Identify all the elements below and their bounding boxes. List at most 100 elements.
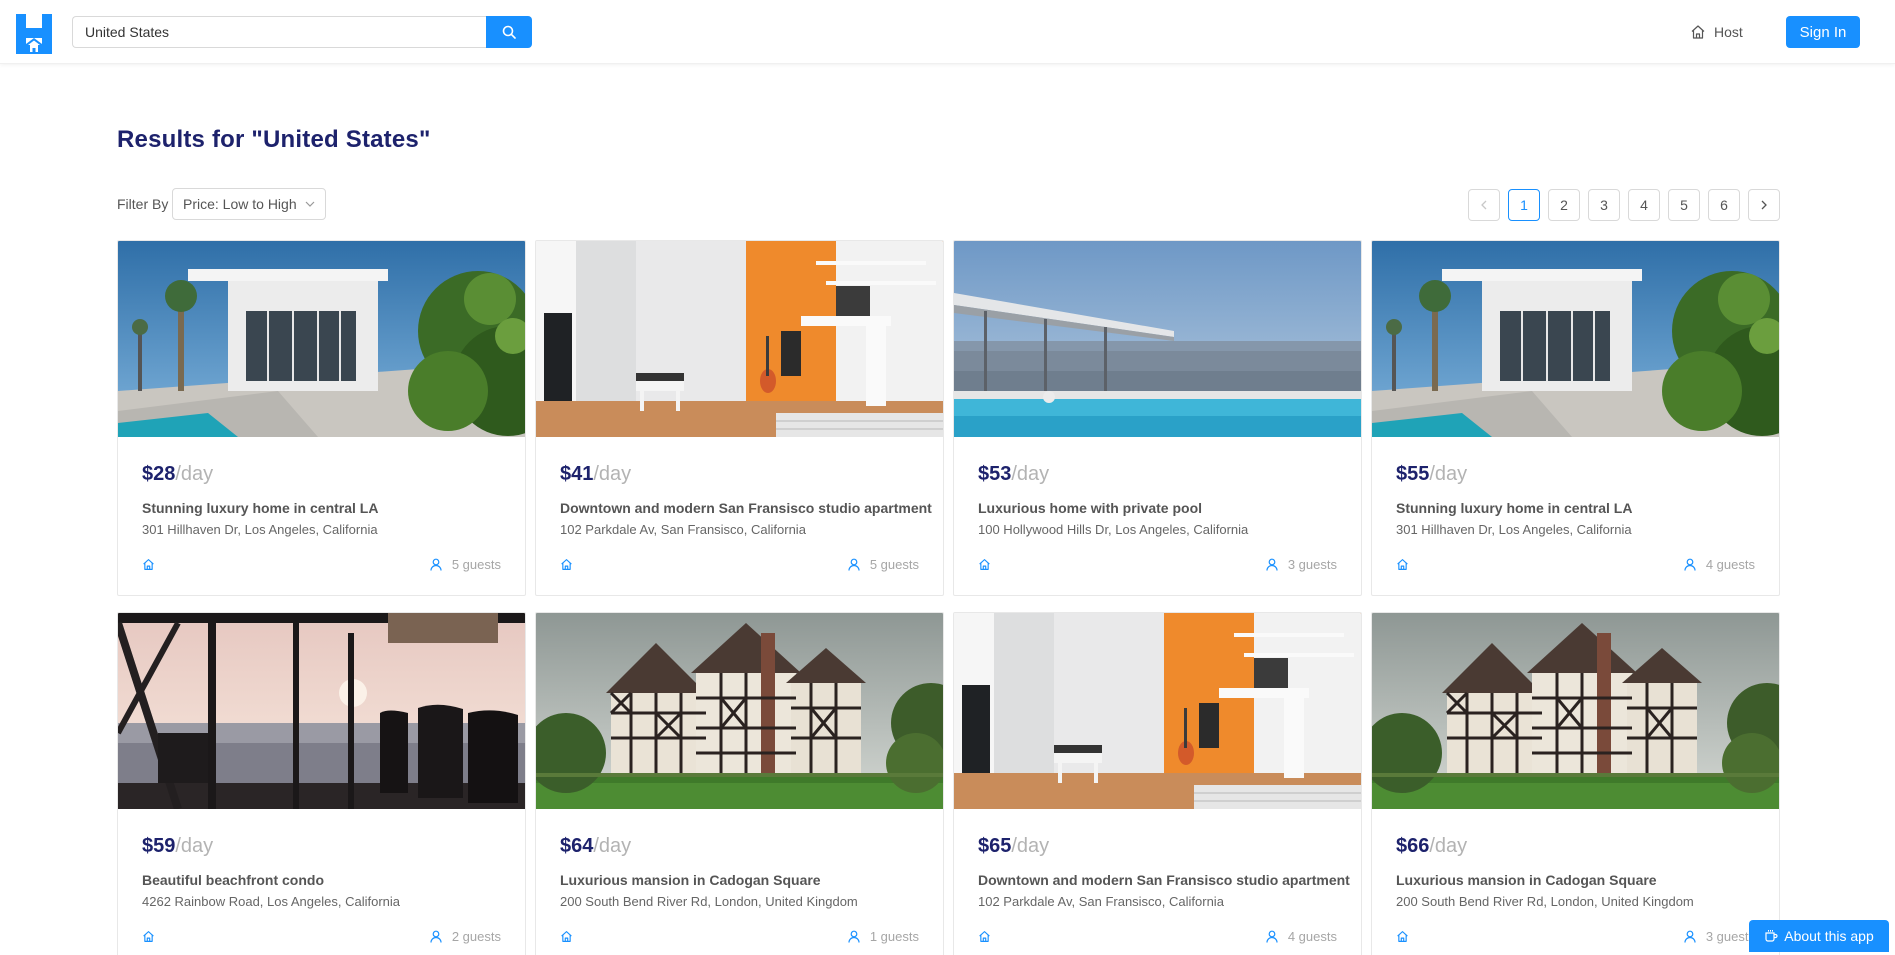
listing-title: Downtown and modern San Fransisco studio… [978,872,1350,888]
listing-price-unit: /day [175,835,214,857]
listing-address: 301 Hillhaven Dr, Los Angeles, Californi… [1396,522,1632,537]
listing-card[interactable]: $41/day Downtown and modern San Fransisco… [535,240,944,596]
listing-footer: 5 guests [560,556,919,572]
listing-price-unit: /day [175,463,214,485]
listing-price: $59/day [142,835,501,858]
user-icon [1266,558,1278,571]
listing-footer: 3 guests [1396,928,1755,944]
listing-image[interactable] [954,241,1361,437]
search-input[interactable] [72,16,486,48]
listing-image[interactable] [954,613,1361,809]
listing-price-unit: /day [1429,835,1468,857]
search-icon [502,25,516,39]
listing-details: $59/day Beautiful beachfront condo 4262 Ra… [142,835,501,909]
listing-card[interactable]: $55/day Stunning luxury home in central L… [1371,240,1780,596]
listing-image[interactable] [536,241,943,437]
user-icon [430,558,442,571]
listing-footer: 4 guests [978,928,1337,944]
user-icon [430,930,442,943]
listing-price-unit: /day [593,463,632,485]
listing-card[interactable]: $66/day Luxurious mansion in Cadogan Squa… [1371,612,1780,955]
listing-guests-label: 5 guests [869,556,919,572]
listing-image[interactable] [1372,241,1779,437]
listing-guests-label: 5 guests [451,556,501,572]
prev-page-button[interactable] [1468,189,1500,221]
listing-price: $53/day [978,463,1337,486]
listing-price-unit: /day [1011,463,1050,485]
page-2[interactable]: 2 [1548,189,1580,221]
listing-card[interactable]: $65/day Downtown and modern San Fransisco… [953,612,1362,955]
listing-card[interactable]: $64/day Luxurious mansion in Cadogan Squa… [535,612,944,955]
listing-price: $28/day [142,463,501,486]
listing-title: Stunning luxury home in central LA [142,500,379,516]
listing-price: $65/day [978,835,1337,858]
chevron-left-icon [1481,200,1487,210]
listing-guests-label: 2 guests [451,928,501,944]
coffee-icon [1765,930,1778,942]
listing-price-amount: $66 [1396,835,1430,857]
home-icon [1397,930,1408,942]
listing-guests-label: 4 guests [1287,928,1337,944]
listing-price-amount: $41 [560,463,594,485]
chevron-down-icon [305,201,315,207]
listing-details: $28/day Stunning luxury home in central L… [142,463,501,537]
search-button[interactable] [486,16,532,48]
listing-card[interactable]: $59/day Beautiful beachfront condo 4262 Ra… [117,612,526,955]
listing-title: Luxurious mansion in Cadogan Square [560,872,821,888]
page-3[interactable]: 3 [1588,189,1620,221]
sort-select-value: Price: Low to High [183,196,297,212]
listing-price-amount: $59 [142,835,176,857]
pagination: 1 2 3 4 5 6 [1468,189,1780,221]
listing-image[interactable] [1372,613,1779,809]
listing-card[interactable]: $53/day Luxurious home with private pool 1… [953,240,1362,596]
top-header: Host Sign In [0,0,1895,64]
user-icon [1684,930,1696,943]
listing-price: $55/day [1396,463,1755,486]
listing-price: $41/day [560,463,919,486]
listing-title: Luxurious mansion in Cadogan Square [1396,872,1657,888]
listing-price-amount: $64 [560,835,594,857]
listing-guests: 1 guests [848,929,919,944]
home-icon [143,558,154,570]
listing-details: $66/day Luxurious mansion in Cadogan Squa… [1396,835,1755,909]
page-4[interactable]: 4 [1628,189,1660,221]
listing-details: $64/day Luxurious mansion in Cadogan Squa… [560,835,919,909]
listing-image[interactable] [118,613,525,809]
listing-image[interactable] [118,241,525,437]
listing-footer: 1 guests [560,928,919,944]
listing-price-amount: $55 [1396,463,1430,485]
home-icon [1397,558,1408,570]
next-page-button[interactable] [1748,189,1780,221]
listing-price-amount: $28 [142,463,176,485]
logo-icon[interactable] [16,14,52,54]
listing-guests: 3 guests [1266,557,1337,572]
host-link[interactable]: Host [1690,22,1743,42]
sort-select[interactable]: Price: Low to High [172,188,326,220]
page-6[interactable]: 6 [1708,189,1740,221]
listing-address: 102 Parkdale Av, San Fransisco, Californ… [978,894,1224,909]
page-5[interactable]: 5 [1668,189,1700,221]
listing-title: Luxurious home with private pool [978,500,1203,516]
listing-card[interactable]: $28/day Stunning luxury home in central L… [117,240,526,596]
listing-price: $66/day [1396,835,1755,858]
listing-price-unit: /day [1429,463,1468,485]
listing-guests: 3 guests [1684,929,1755,944]
page-1[interactable]: 1 [1508,189,1540,221]
home-icon [561,558,572,570]
listing-address: 200 South Bend River Rd, London, United … [560,894,858,909]
sign-in-button[interactable]: Sign In [1786,16,1860,48]
home-icon [143,930,154,942]
listing-footer: 4 guests [1396,556,1755,572]
listing-footer: 2 guests [142,928,501,944]
listing-guests: 2 guests [430,929,501,944]
user-icon [1266,930,1278,943]
listing-image[interactable] [536,613,943,809]
listing-address: 4262 Rainbow Road, Los Angeles, Californ… [142,894,401,909]
about-app-button[interactable]: About this app [1749,920,1889,952]
listing-guests-label: 3 guests [1287,556,1337,572]
listing-guests: 5 guests [430,557,501,572]
user-icon [848,558,860,571]
listing-address: 102 Parkdale Av, San Fransisco, Californ… [560,522,806,537]
results-title: Results for "United States" [117,126,431,153]
listing-details: $55/day Stunning luxury home in central L… [1396,463,1755,537]
